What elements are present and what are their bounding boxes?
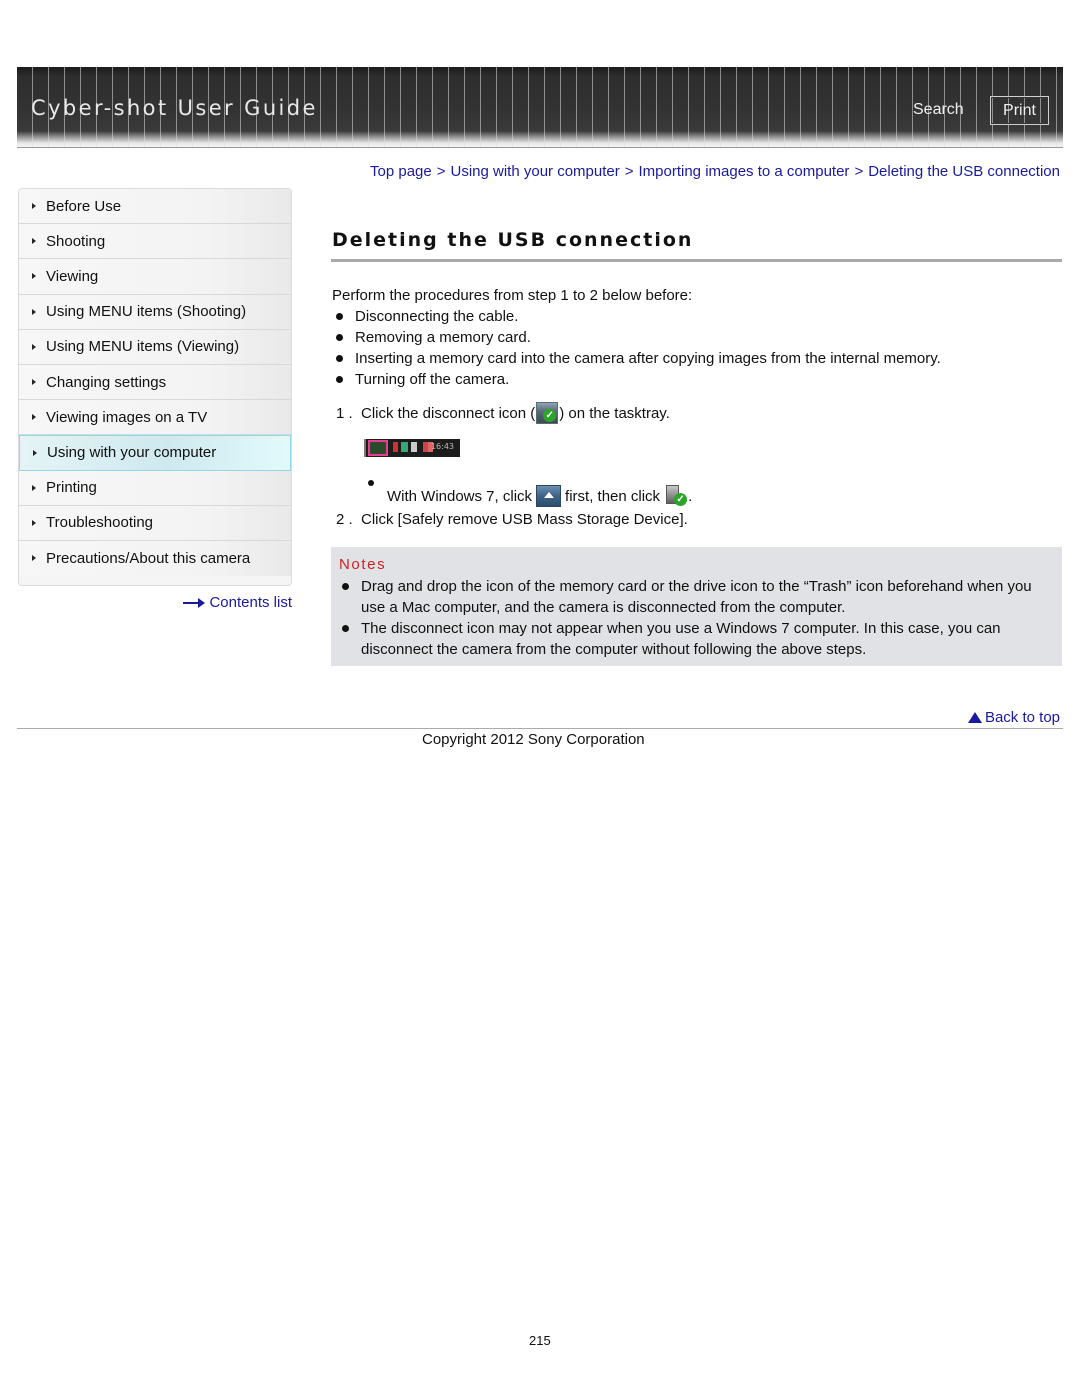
list-item: Removing a memory card.: [336, 329, 941, 350]
triangle-right-icon: [32, 273, 36, 280]
sidebar-item-label: Precautions/About this camera: [46, 549, 251, 567]
notes-title: Notes: [339, 556, 387, 573]
step-1: 1 . Click the disconnect icon ( ) on the…: [336, 402, 670, 424]
tasktray-icons: [393, 442, 433, 452]
step-number: 1 .: [336, 404, 353, 422]
list-item: The disconnect icon may not appear when …: [342, 618, 1052, 660]
breadcrumb-separator: >: [436, 163, 446, 180]
bullet-icon: [342, 583, 349, 590]
triangle-right-icon: [32, 555, 36, 562]
print-button[interactable]: Print: [990, 96, 1049, 125]
contents-list-link[interactable]: Contents list: [183, 594, 292, 611]
breadcrumb-importing-images[interactable]: Importing images to a computer: [639, 163, 850, 180]
notes-box: Notes Drag and drop the icon of the memo…: [331, 547, 1062, 666]
copyright: Copyright 2012 Sony Corporation: [422, 731, 645, 748]
sidebar-item-label: Changing settings: [46, 373, 167, 391]
page-title: Deleting the USB connection: [332, 229, 694, 251]
sidebar-item-menu-shooting[interactable]: Using MENU items (Shooting): [19, 294, 291, 330]
windows7-note: With Windows 7, click first, then click …: [368, 478, 692, 507]
list-item: Drag and drop the icon of the memory car…: [342, 576, 1052, 618]
sidebar-item-label: Using MENU items (Viewing): [46, 338, 240, 356]
sub-bullet-text: .: [688, 487, 693, 505]
bullet-icon: [336, 313, 343, 320]
sidebar-item-label: Before Use: [46, 197, 122, 215]
disconnect-icon: [536, 402, 559, 424]
list-item: Turning off the camera.: [336, 371, 941, 392]
back-to-top-link[interactable]: Back to top: [967, 709, 1060, 726]
list-item-text: Removing a memory card.: [355, 329, 531, 346]
notes-list: Drag and drop the icon of the memory car…: [342, 576, 1052, 660]
list-item-text: Turning off the camera.: [355, 371, 510, 388]
tasktray-image: 16:43: [364, 439, 460, 457]
sidebar-item-label: Printing: [46, 479, 97, 497]
sidebar-item-viewing[interactable]: Viewing: [19, 259, 291, 295]
triangle-right-icon: [32, 308, 36, 315]
header-divider: [17, 147, 1063, 148]
triangle-right-icon: [32, 379, 36, 386]
list-item-text: Inserting a memory card into the camera …: [355, 350, 941, 367]
footer-divider: [17, 728, 1063, 729]
disconnect-icon-highlight: [368, 440, 388, 456]
contents-list-label: Contents list: [209, 594, 292, 611]
note-text: Drag and drop the icon of the memory car…: [361, 578, 1032, 616]
sidebar-item-using-with-computer[interactable]: Using with your computer: [19, 435, 291, 471]
sidebar-item-changing-settings[interactable]: Changing settings: [19, 364, 291, 401]
breadcrumb-using-with-computer[interactable]: Using with your computer: [451, 163, 620, 180]
sidebar-item-label: Viewing: [46, 267, 99, 285]
show-hidden-icons-icon: [536, 485, 562, 507]
bullet-icon: [336, 376, 343, 383]
breadcrumb-current-page[interactable]: Deleting the USB connection: [868, 163, 1060, 180]
sidebar-item-label: Using with your computer: [47, 444, 217, 462]
arrow-right-icon: [183, 597, 206, 608]
back-to-top-label: Back to top: [984, 709, 1060, 726]
triangle-right-icon: [32, 519, 36, 526]
triangle-right-icon: [32, 343, 36, 350]
triangle-right-icon: [32, 414, 36, 421]
list-item: Disconnecting the cable.: [336, 308, 941, 329]
sidebar-item-printing[interactable]: Printing: [19, 470, 291, 506]
sidebar-item-viewing-on-tv[interactable]: Viewing images on a TV: [19, 400, 291, 436]
sidebar-item-menu-viewing[interactable]: Using MENU items (Viewing): [19, 329, 291, 365]
triangle-right-icon: [32, 203, 36, 210]
sidebar-item-before-use[interactable]: Before Use: [19, 189, 291, 225]
tasktray-clock: 16:43: [430, 442, 454, 451]
intro-text: Perform the procedures from step 1 to 2 …: [332, 287, 693, 304]
list-item-text: Disconnecting the cable.: [355, 308, 519, 325]
search-link[interactable]: Search: [913, 101, 964, 119]
step-text: Click the disconnect icon (: [361, 404, 536, 422]
step-text: ) on the tasktray.: [559, 404, 670, 422]
breadcrumb: Top page > Using with your computer > Import…: [370, 163, 1060, 180]
sub-bullet-text: With Windows 7, click: [387, 487, 533, 505]
guide-title: Cyber-shot User Guide: [31, 96, 318, 120]
precondition-list: Disconnecting the cable. Removing a memo…: [336, 308, 941, 392]
sidebar-nav: Before Use Shooting Viewing Using MENU i…: [18, 188, 292, 586]
triangle-right-icon: [33, 449, 37, 456]
bullet-icon: [336, 334, 343, 341]
sidebar-item-label: Troubleshooting: [46, 514, 154, 532]
step-number: 2 .: [336, 511, 353, 528]
breadcrumb-top-page[interactable]: Top page: [370, 163, 432, 180]
bullet-icon: [336, 355, 343, 362]
breadcrumb-separator: >: [624, 163, 634, 180]
usb-disconnect-icon: [664, 485, 688, 507]
sub-bullet-text: first, then click: [565, 487, 661, 505]
triangle-up-icon: [967, 712, 982, 723]
sidebar-item-precautions[interactable]: Precautions/About this camera: [19, 540, 291, 577]
step-text: Click [Safely remove USB Mass Storage De…: [361, 511, 688, 528]
sidebar-item-troubleshooting[interactable]: Troubleshooting: [19, 505, 291, 541]
sidebar-item-label: Shooting: [46, 232, 106, 250]
step-2: 2 . Click [Safely remove USB Mass Storag…: [336, 511, 688, 528]
breadcrumb-separator: >: [854, 163, 864, 180]
triangle-right-icon: [32, 484, 36, 491]
page-number: 215: [529, 1333, 551, 1348]
sidebar-item-label: Viewing images on a TV: [46, 408, 208, 426]
bullet-icon: [368, 480, 374, 486]
bullet-icon: [342, 625, 349, 632]
triangle-right-icon: [32, 238, 36, 245]
note-text: The disconnect icon may not appear when …: [361, 620, 1001, 658]
list-item: Inserting a memory card into the camera …: [336, 350, 941, 371]
title-divider: [331, 259, 1062, 262]
sidebar-item-label: Using MENU items (Shooting): [46, 303, 247, 321]
sidebar-item-shooting[interactable]: Shooting: [19, 224, 291, 260]
